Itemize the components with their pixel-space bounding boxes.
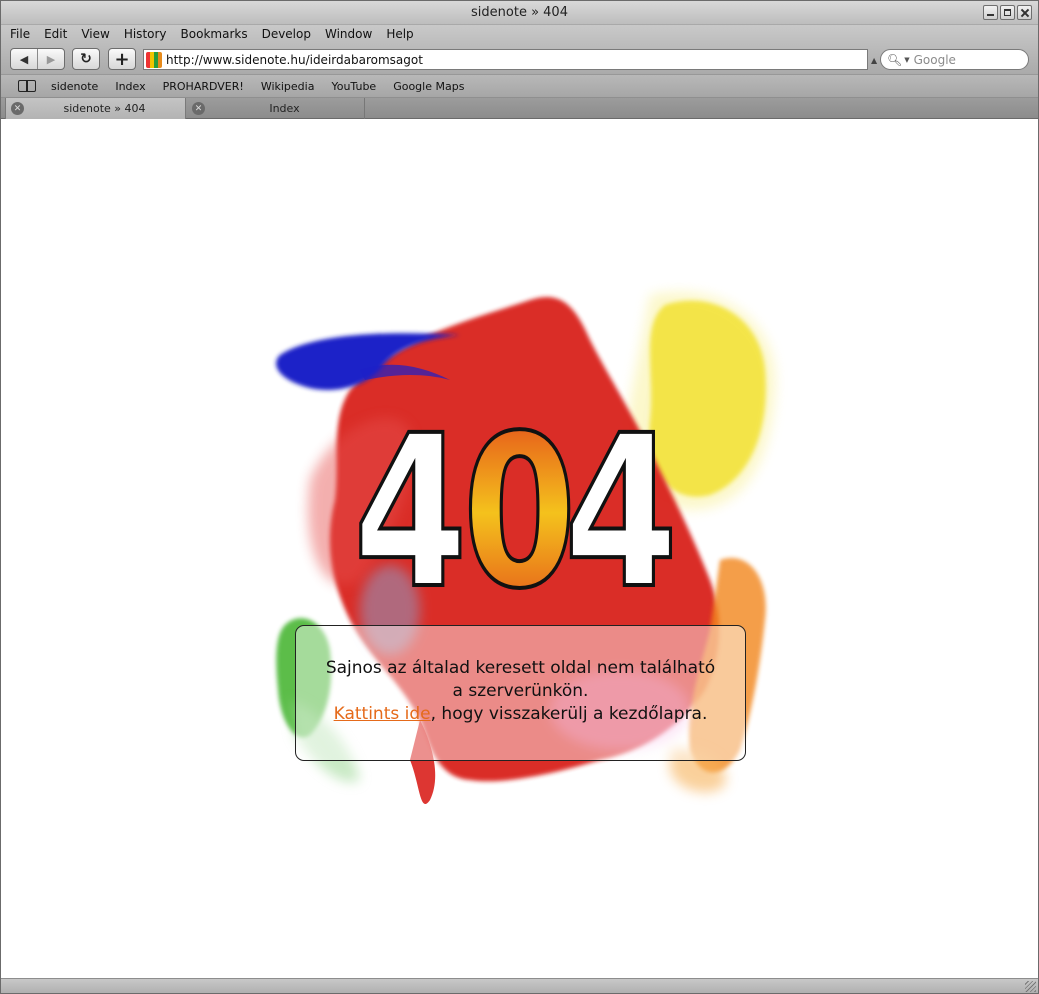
- search-dropdown-icon[interactable]: ▼: [904, 56, 909, 64]
- site-favicon-icon: [146, 51, 162, 68]
- error-code-404-text: 4 0 4: [352, 389, 680, 637]
- tab-label: Index: [269, 102, 300, 115]
- menu-history[interactable]: History: [124, 25, 167, 44]
- window-controls: [983, 5, 1032, 20]
- close-tab-icon[interactable]: ✕: [11, 102, 24, 115]
- resize-grip-icon[interactable]: [1025, 981, 1036, 992]
- error-message-line2: a szerverünkön.: [452, 681, 589, 701]
- close-tab-icon[interactable]: ✕: [192, 102, 205, 115]
- homepage-link[interactable]: Kattints ide: [334, 704, 431, 724]
- add-bookmark-button[interactable]: +: [108, 48, 136, 70]
- status-bar: [1, 978, 1038, 993]
- forward-button[interactable]: ▶: [38, 49, 64, 69]
- error-message-line3-rest: , hogy visszakerülj a kezdőlapra.: [430, 704, 708, 724]
- nav-buttons: ◀ ▶: [10, 48, 65, 70]
- close-window-button[interactable]: [1017, 5, 1032, 20]
- minimize-button[interactable]: [983, 5, 998, 20]
- bookmark-index[interactable]: Index: [115, 80, 145, 93]
- bookmark-wikipedia[interactable]: Wikipedia: [261, 80, 315, 93]
- plus-icon: +: [114, 48, 130, 70]
- error-digit-4-left: 4: [353, 391, 467, 635]
- menu-help[interactable]: Help: [386, 25, 413, 44]
- error-digit-4-right: 4: [564, 391, 678, 635]
- back-button[interactable]: ◀: [11, 49, 38, 69]
- menu-bar: File Edit View History Bookmarks Develop…: [1, 25, 1038, 44]
- reload-icon: ↻: [80, 51, 92, 67]
- forward-arrow-icon: ▶: [46, 52, 56, 66]
- menu-develop[interactable]: Develop: [262, 25, 311, 44]
- menu-edit[interactable]: Edit: [44, 25, 67, 44]
- browser-window: sidenote » 404 File Edit View History Bo…: [0, 0, 1039, 994]
- bookmark-google-maps[interactable]: Google Maps: [393, 80, 464, 93]
- bookmark-youtube[interactable]: YouTube: [331, 80, 376, 93]
- search-field[interactable]: 🔍︎ ▼: [880, 49, 1029, 70]
- bookmarks-book-icon[interactable]: [17, 79, 37, 93]
- tab-bar: ✕ sidenote » 404 ✕ Index: [1, 98, 1038, 119]
- error-digit-0: 0: [463, 391, 577, 635]
- url-dropdown-icon[interactable]: ▲: [871, 56, 877, 65]
- search-input[interactable]: [913, 52, 1024, 67]
- bookmarks-bar: sidenote Index PROHARDVER! Wikipedia You…: [1, 74, 1038, 98]
- bookmark-sidenote[interactable]: sidenote: [51, 80, 98, 93]
- reload-button[interactable]: ↻: [72, 48, 100, 70]
- menu-bookmarks[interactable]: Bookmarks: [181, 25, 248, 44]
- back-arrow-icon: ◀: [19, 52, 29, 66]
- error-message-line1: Sajnos az általad keresett oldal nem tal…: [325, 658, 716, 678]
- title-bar: sidenote » 404: [1, 1, 1038, 25]
- menu-window[interactable]: Window: [325, 25, 372, 44]
- tab-label: sidenote » 404: [63, 102, 146, 115]
- maximize-button[interactable]: [1000, 5, 1015, 20]
- window-title: sidenote » 404: [471, 5, 568, 20]
- toolbar: ◀ ▶ ↻ + http://www.sidenote.hu/ideirdaba…: [1, 44, 1038, 74]
- address-bar[interactable]: http://www.sidenote.hu/ideirdabaromsagot: [143, 49, 868, 70]
- menu-view[interactable]: View: [81, 25, 109, 44]
- error-message-box: Sajnos az általad keresett oldal nem tal…: [295, 625, 746, 761]
- page-content: 4 0 4 Sajnos az általad keresett oldal n…: [2, 120, 1038, 978]
- tab-sidenote-404[interactable]: ✕ sidenote » 404: [5, 98, 186, 119]
- url-text[interactable]: http://www.sidenote.hu/ideirdabaromsagot: [166, 53, 423, 67]
- error-message-line3: Kattints ide, hogy visszakerülj a kezdől…: [296, 703, 745, 726]
- bookmark-prohardver[interactable]: PROHARDVER!: [163, 80, 244, 93]
- search-icon[interactable]: 🔍︎: [887, 53, 902, 67]
- menu-file[interactable]: File: [10, 25, 30, 44]
- tab-index[interactable]: ✕ Index: [187, 98, 365, 119]
